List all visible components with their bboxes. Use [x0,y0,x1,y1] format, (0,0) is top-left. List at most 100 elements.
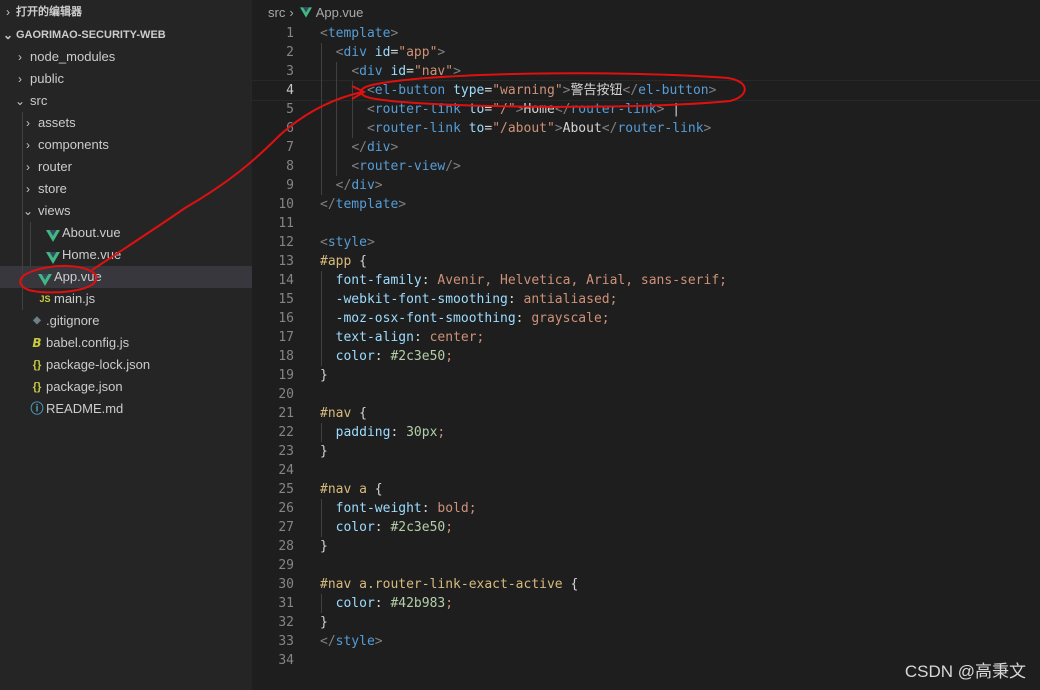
line-number: 34 [278,653,294,668]
vue-file-icon [46,249,60,264]
tree-file[interactable]: JS main.js [0,288,252,310]
code-line[interactable]: 4 <el-button type="warning">警告按钮</el-but… [251,80,1040,101]
line-number: 31 [278,596,294,611]
tree-file[interactable]: ◆ .gitignore [0,310,252,332]
chevron-right-icon: › [6,5,10,19]
tree-file[interactable]: {} package.json [0,376,252,398]
tree-folder[interactable]: ⌄ views [0,200,252,222]
code-text: <router-link to="/about">About</router-l… [366,121,712,136]
tree-item-label: About.vue [62,225,121,240]
chevron-right-icon: › [26,116,30,130]
tree-folder[interactable]: ⌄ src [0,90,252,112]
code-line[interactable]: 21 #nav { [252,404,1040,423]
line-number: 13 [278,254,294,269]
json-file-icon: {} [32,381,42,393]
code-text: color: #2c3e50; [335,349,454,364]
code-line[interactable]: 1 <template> [252,24,1040,43]
code-text: color: #2c3e50; [335,520,454,535]
code-line[interactable]: 18 color: #2c3e50; [252,347,1040,366]
open-editors-section[interactable]: › 打开的编辑器 [0,1,252,23]
code-line[interactable]: 33 </style> [252,632,1040,651]
tree-item-label: src [30,93,48,108]
code-text: </div> [335,178,383,193]
code-line[interactable]: 24 [252,461,1040,480]
code-line[interactable]: 23} [252,442,1040,461]
indent-guide [321,594,322,613]
tree-folder[interactable]: › node_modules [0,46,252,68]
code-line[interactable]: 6 <router-link to="/about">About</router… [252,119,1040,138]
line-number: 5 [286,102,294,117]
chevron-right-icon: › [26,160,30,174]
chevron-down-icon: ⌄ [22,204,34,218]
breadcrumb-folder[interactable]: src [268,5,285,20]
code-line[interactable]: 17 text-align: center; [252,328,1040,347]
code-line[interactable]: 31 color: #42b983; [252,594,1040,613]
line-number: 27 [278,520,294,535]
tree-file[interactable]: App.vue [0,266,252,288]
line-number: 1 [286,26,294,41]
line-number: 21 [278,406,294,421]
code-line[interactable]: 11 [252,214,1040,233]
tree-file[interactable]: 𝘽babel.config.js [0,332,252,354]
code-text: -webkit-font-smoothing: antialiased; [335,292,618,307]
code-line[interactable]: 2 <div id="app"> [252,43,1040,62]
breadcrumb-file[interactable]: App.vue [316,5,364,20]
tree-file[interactable]: Home.vue [0,244,252,266]
code-line[interactable]: 5 <router-link to="/">Home</router-link>… [252,100,1040,119]
code-text: } [320,539,328,554]
line-number: 17 [278,330,294,345]
code-line[interactable]: 26 font-weight: bold; [252,499,1040,518]
code-line[interactable]: 22 padding: 30px; [252,423,1040,442]
code-line[interactable]: 16 -moz-osx-font-smoothing: grayscale; [252,309,1040,328]
tree-folder[interactable]: › components [0,134,252,156]
code-line[interactable]: 13 #app { [252,252,1040,271]
watermark: CSDN @高秉文 [904,662,1026,681]
code-line[interactable]: 25 #nav a { [252,480,1040,499]
vue-file-icon [38,271,52,286]
code-text: } [320,444,328,459]
code-line[interactable]: 9 </div> [252,176,1040,195]
code-line[interactable]: 8 <router-view/> [252,157,1040,176]
project-root[interactable]: ⌄ GAORIMAO-SECURITY-WEB [0,24,252,46]
code-text: font-family: Avenir, Helvetica, Arial, s… [335,273,727,288]
code-line[interactable]: 28} [252,537,1040,556]
tree-folder[interactable]: › assets [0,112,252,134]
tree-folder[interactable]: › public [0,68,252,90]
tree-item-label: README.md [46,401,124,416]
babel-file-icon: 𝘽 [32,336,42,350]
code-line[interactable]: 3 <div id="nav"> [252,62,1040,81]
code-line[interactable]: 19} [252,366,1040,385]
code-line[interactable]: 14 font-family: Avenir, Helvetica, Arial… [252,271,1040,290]
tree-file[interactable]: ⓘ README.md [0,398,252,420]
line-number: 26 [278,501,294,516]
code-line[interactable]: 7 </div> [252,138,1040,157]
tree-file[interactable]: {} package-lock.json [0,354,252,376]
chevron-right-icon: › [26,182,30,196]
code-line[interactable]: 12 <style> [252,233,1040,252]
code-line[interactable]: 20 [252,385,1040,404]
line-number: 9 [286,178,294,193]
code-editor[interactable]: src › App.vue 1 <template> 2 <div id="app"> 3… [251,0,1040,690]
open-editors-title: 打开的编辑器 [16,6,82,18]
line-number: 30 [278,577,294,592]
tree-item-label: App.vue [54,269,102,284]
code-line[interactable]: 30 #nav a.router-link-exact-active { [252,575,1040,594]
line-number: 8 [286,159,294,174]
tree-folder[interactable]: › store [0,178,252,200]
code-line[interactable]: 29 [252,556,1040,575]
tree-file[interactable]: About.vue [0,222,252,244]
tree-folder[interactable]: › router [0,156,252,178]
code-line[interactable]: 10 </template> [252,195,1040,214]
code-line[interactable]: 15 -webkit-font-smoothing: antialiased; [252,290,1040,309]
chevron-right-icon: › [18,72,22,86]
code-line[interactable]: 27 color: #2c3e50; [252,518,1040,537]
code-text: <router-link to="/">Home</router-link> | [366,102,681,117]
tree-item-label: router [38,159,72,174]
code-line[interactable]: 32} [252,613,1040,632]
project-title: GAORIMAO-SECURITY-WEB [16,29,166,41]
chevron-right-icon: › [18,50,22,64]
line-number: 7 [286,140,294,155]
line-number: 16 [278,311,294,326]
code-text: font-weight: bold; [335,501,477,516]
line-number: 20 [278,387,294,402]
